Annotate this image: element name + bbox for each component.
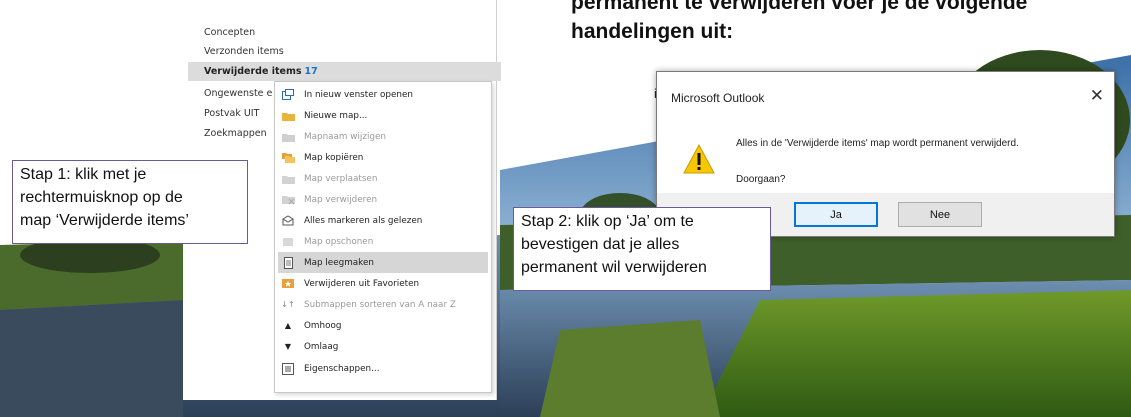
- unread-count-badge: 17: [304, 66, 318, 77]
- dialog-message: Alles in de 'Verwijderde items' map word…: [736, 138, 1019, 149]
- callout-line: Stap 2: klik op ‘Ja’ om te: [521, 213, 694, 230]
- heading-line-1: permanent te verwijderen voer je de volg…: [571, 0, 1028, 14]
- menu-item-mark-all-read[interactable]: Alles markeren als gelezen: [278, 210, 488, 231]
- close-icon[interactable]: ✕: [1090, 86, 1104, 106]
- menu-item-remove-favorites[interactable]: Verwijderen uit Favorieten: [278, 273, 488, 294]
- menu-item-label: Nieuwe map...: [304, 110, 368, 121]
- warning-icon: [683, 144, 715, 174]
- folder-zoekmappen[interactable]: Zoekmappen: [204, 128, 267, 139]
- folder-ongewenste-email[interactable]: Ongewenste e: [204, 88, 272, 99]
- menu-item-copy-folder[interactable]: Map kopiëren: [278, 147, 488, 168]
- menu-item-delete-folder[interactable]: Map verwijderen: [278, 189, 488, 210]
- mark-read-icon: [281, 215, 295, 227]
- menu-item-open-new-window[interactable]: In nieuw venster openen: [278, 84, 488, 105]
- menu-item-clean-folder[interactable]: Map opschonen: [278, 231, 488, 252]
- arrow-up-icon: ▲: [284, 321, 292, 330]
- menu-item-label: In nieuw venster openen: [304, 89, 413, 100]
- menu-item-label: Omlaag: [304, 341, 339, 352]
- menu-item-move-folder[interactable]: Map verplaatsen: [278, 168, 488, 189]
- menu-item-sort-subfolders[interactable]: ↓↑ Submappen sorteren van A naar Z: [278, 294, 488, 315]
- menu-item-properties[interactable]: Eigenschappen...: [278, 358, 488, 379]
- menu-item-empty-folder[interactable]: Map leegmaken: [278, 252, 488, 273]
- callout-line: Stap 1: klik met je: [20, 166, 147, 183]
- clean-folder-icon: [281, 236, 295, 248]
- callout-line: map ‘Verwijderde items’: [20, 212, 189, 229]
- menu-item-new-folder[interactable]: Nieuwe map...: [278, 105, 488, 126]
- menu-item-label: Mapnaam wijzigen: [304, 131, 387, 142]
- menu-item-label: Map opschonen: [304, 236, 374, 247]
- new-window-icon: [281, 89, 295, 101]
- menu-item-move-down[interactable]: ▼ Omlaag: [278, 336, 488, 357]
- folder-verwijderde-items[interactable]: Verwijderde items 17: [188, 62, 501, 81]
- callout-line: rechtermuisknop op de: [20, 189, 183, 206]
- move-folder-icon: [281, 173, 295, 185]
- folder-verzonden-items[interactable]: Verzonden items: [204, 46, 284, 57]
- yes-button[interactable]: Ja: [794, 202, 878, 227]
- menu-item-move-up[interactable]: ▲ Omhoog: [278, 315, 488, 336]
- step-1-callout: Stap 1: klik met je rechtermuisknop op d…: [12, 160, 248, 244]
- menu-item-label: Map verplaatsen: [304, 173, 378, 184]
- menu-item-label: Submappen sorteren van A naar Z: [304, 299, 456, 310]
- menu-item-label: Omhoog: [304, 320, 342, 331]
- menu-item-label: Verwijderen uit Favorieten: [304, 278, 420, 289]
- menu-item-label: Map verwijderen: [304, 194, 378, 205]
- remove-favorites-icon: [281, 278, 295, 290]
- callout-line: bevestigen dat je alles: [521, 236, 680, 253]
- folder-verwijderde-items-label: Verwijderde items: [204, 66, 302, 77]
- folder-concepten[interactable]: Concepten: [204, 27, 255, 38]
- callout-line: permanent wil verwijderen: [521, 259, 707, 276]
- dialog-title: Microsoft Outlook: [671, 91, 765, 105]
- menu-item-label: Eigenschappen...: [304, 363, 380, 374]
- copy-folder-icon: [281, 152, 295, 164]
- dialog-question: Doorgaan?: [736, 174, 786, 185]
- no-button[interactable]: Nee: [898, 202, 982, 227]
- folder-context-menu: In nieuw venster openen Nieuwe map... Ma…: [274, 81, 492, 393]
- delete-folder-icon: [281, 194, 295, 206]
- new-folder-icon: [281, 110, 295, 122]
- menu-item-label: Map kopiëren: [304, 152, 364, 163]
- empty-folder-icon: [281, 256, 295, 269]
- menu-item-rename-folder[interactable]: Mapnaam wijzigen: [278, 126, 488, 147]
- menu-item-label: Map leegmaken: [304, 257, 374, 268]
- sort-az-icon: ↓↑: [281, 300, 295, 309]
- arrow-down-icon: ▼: [284, 342, 292, 351]
- step-2-callout: Stap 2: klik op ‘Ja’ om te bevestigen da…: [513, 207, 771, 291]
- rename-folder-icon: [281, 131, 295, 143]
- menu-item-label: Alles markeren als gelezen: [304, 215, 423, 226]
- instruction-heading: permanent te verwijderen voer je de volg…: [571, 0, 1027, 46]
- heading-line-2: handelingen uit:: [571, 20, 734, 43]
- properties-icon: [281, 362, 295, 375]
- folder-postvak-uit[interactable]: Postvak UIT: [204, 108, 259, 119]
